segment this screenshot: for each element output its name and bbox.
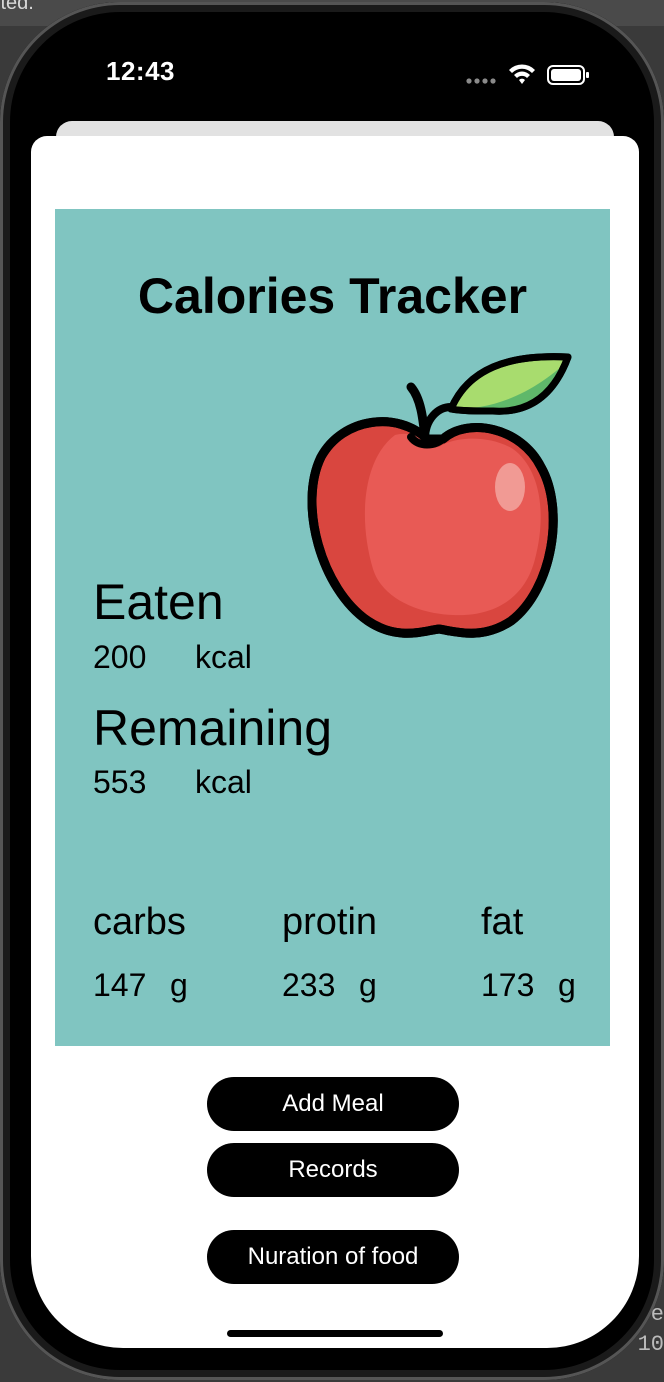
wifi-icon	[509, 64, 535, 84]
apple-icon	[307, 353, 572, 638]
carbs-unit: g	[170, 967, 188, 1003]
eaten-unit: kcal	[195, 639, 252, 675]
fat-unit: g	[558, 967, 576, 1003]
fat-value: 173	[481, 967, 535, 1003]
eaten-value: 200	[93, 639, 147, 675]
tracker-panel: Calories Tracker Eaten 200 kcal Remainin…	[55, 209, 610, 1046]
remaining-unit: kcal	[195, 764, 252, 800]
home-indicator[interactable]	[227, 1330, 443, 1337]
carbs-value: 147	[93, 967, 147, 1003]
nutrition-of-food-button[interactable]: Nuration of food	[207, 1230, 459, 1284]
code-fragment-line: 10	[637, 1332, 664, 1357]
add-meal-button[interactable]: Add Meal	[207, 1077, 459, 1131]
battery-icon	[547, 65, 589, 85]
protein-unit: g	[359, 967, 377, 1003]
window-title-fragment: ited.	[0, 0, 34, 14]
status-time: 12:43	[106, 56, 175, 86]
code-fragment-line: e	[650, 1302, 664, 1327]
remaining-label: Remaining	[93, 700, 333, 756]
protein-value: 233	[282, 967, 336, 1003]
page-title: Calories Tracker	[137, 268, 528, 324]
remaining-value: 553	[93, 764, 147, 800]
status-icons	[466, 64, 589, 85]
background-code-fragment: e 10	[638, 1300, 664, 1360]
eaten-label: Eaten	[93, 574, 224, 630]
protein-label: protin	[282, 901, 378, 943]
signal-dots-icon	[466, 78, 496, 84]
fat-label: fat	[481, 901, 524, 943]
carbs-label: carbs	[93, 901, 186, 943]
records-button[interactable]: Records	[207, 1143, 459, 1197]
